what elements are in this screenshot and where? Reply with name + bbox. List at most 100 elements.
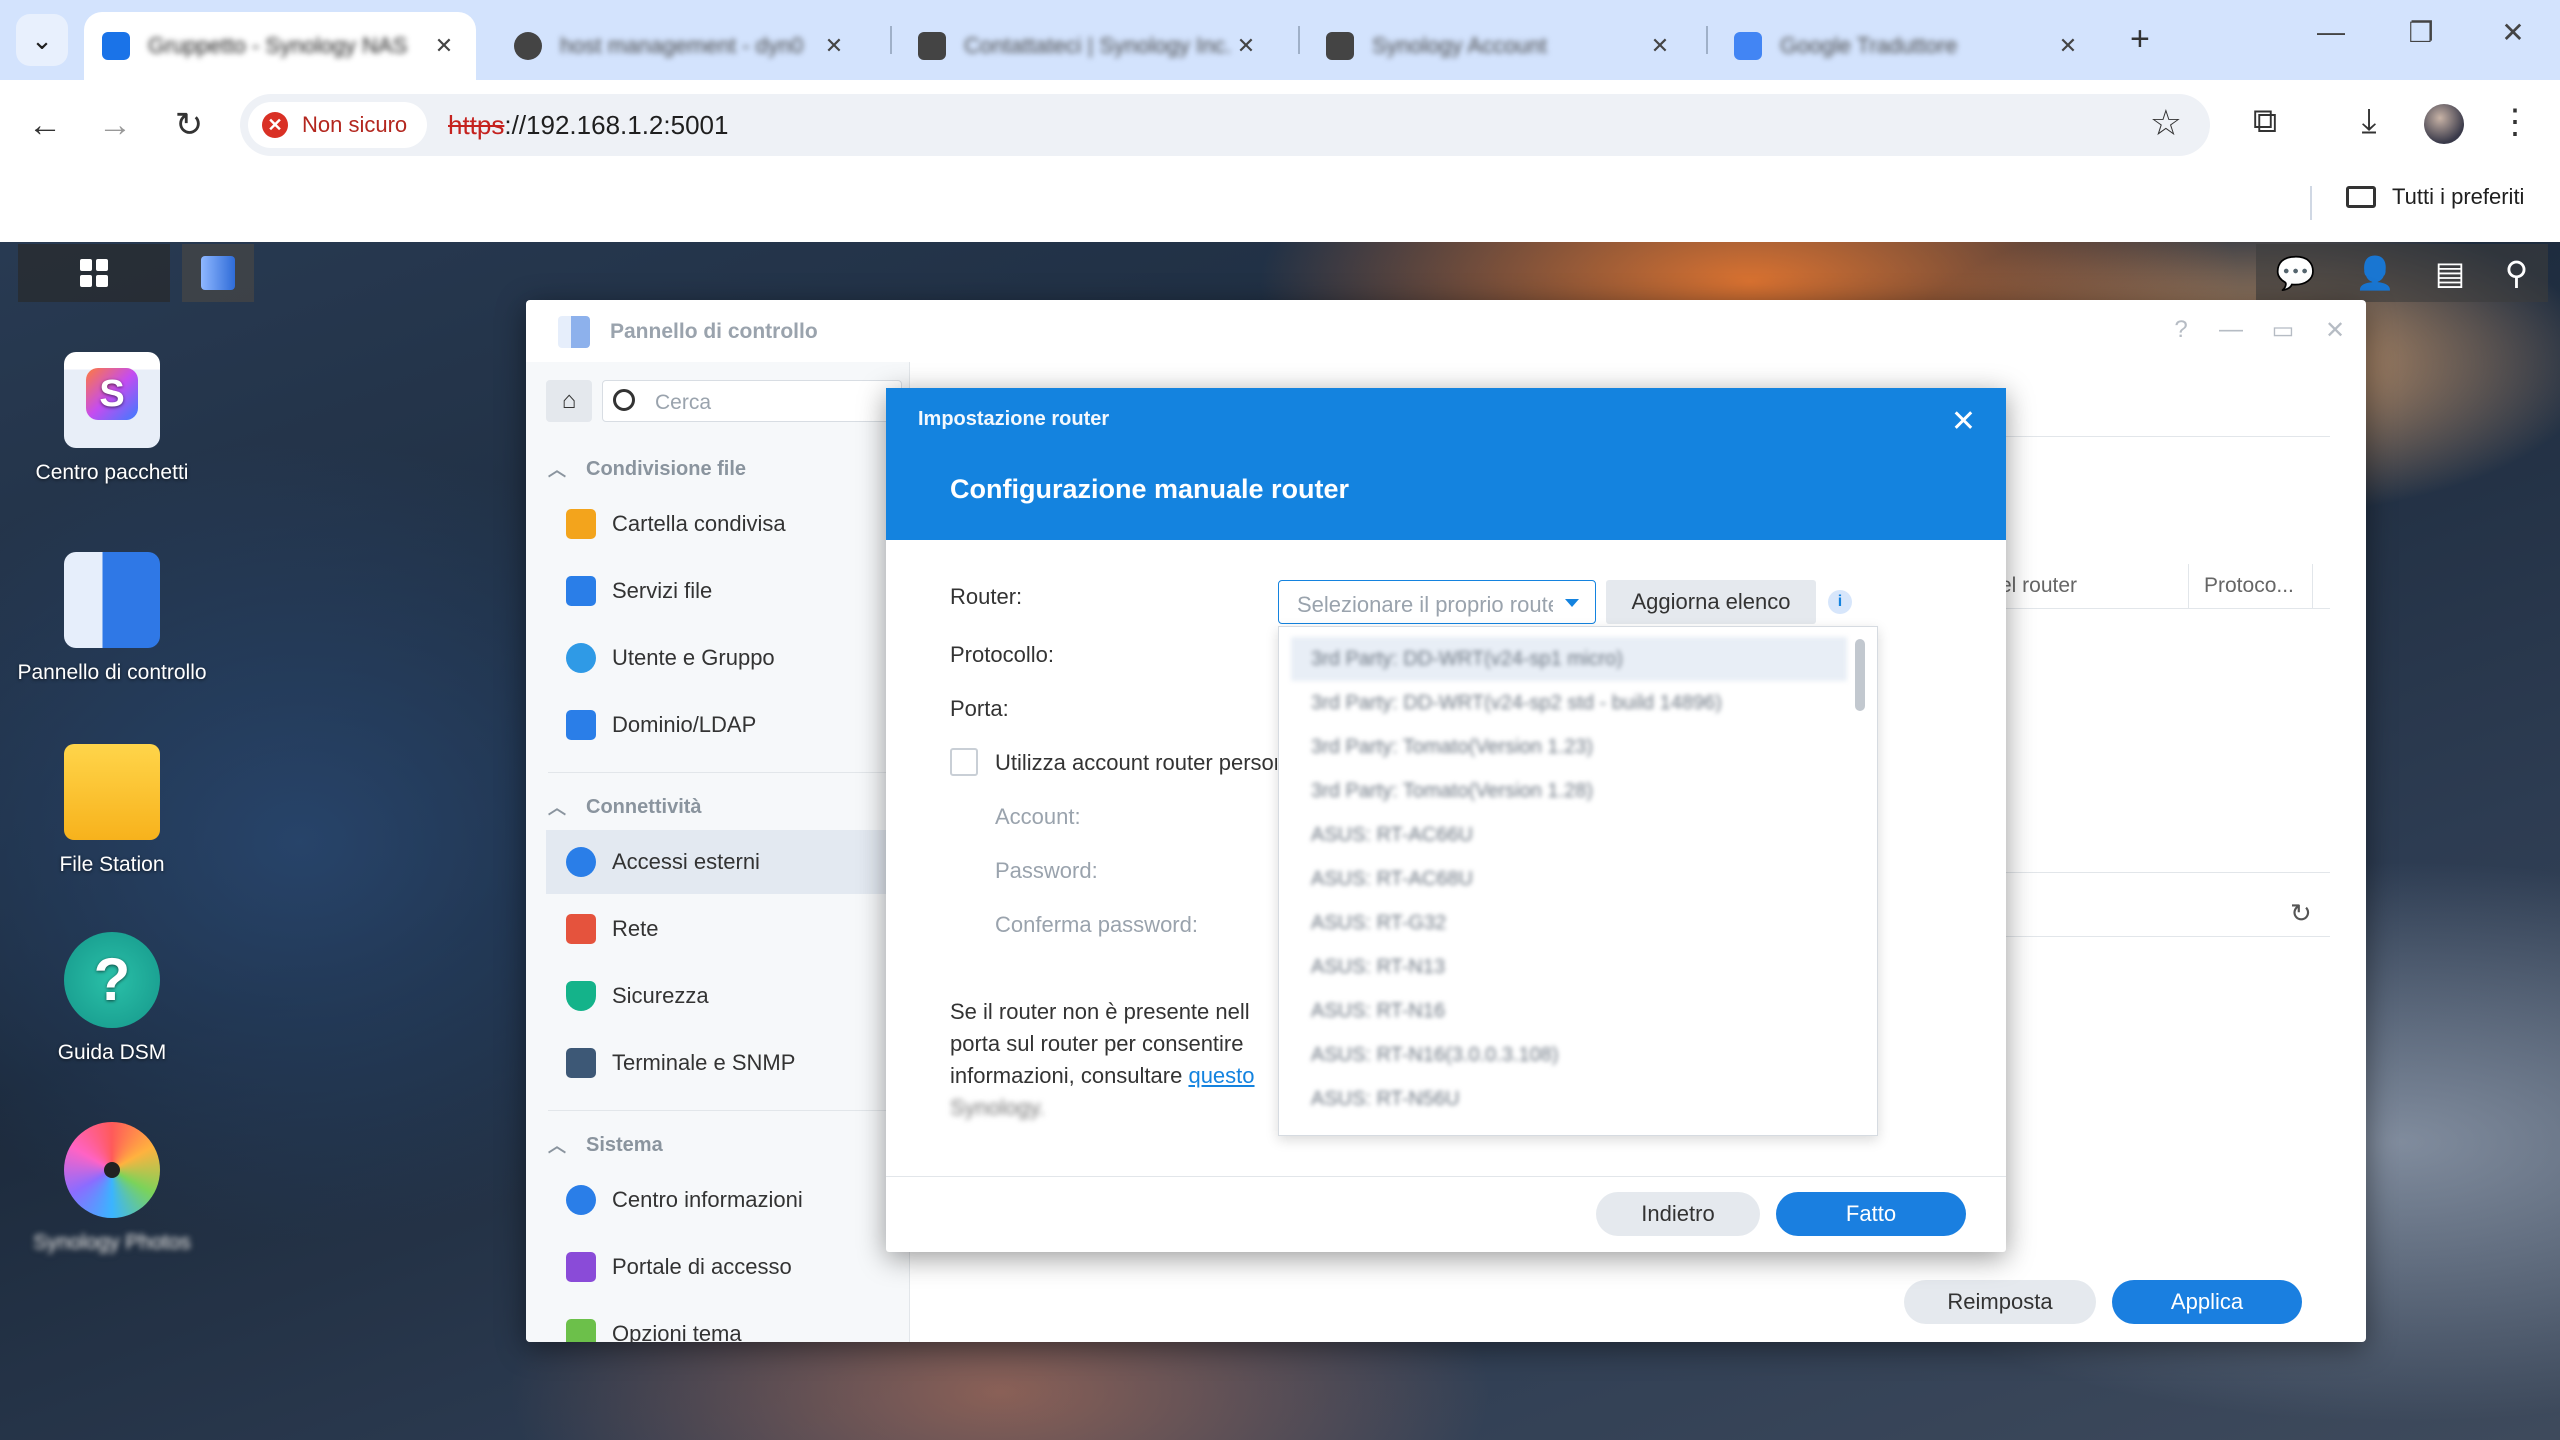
all-bookmarks-label: Tutti i preferiti — [2392, 184, 2525, 209]
refresh-list-button[interactable]: Aggiorna elenco — [1606, 580, 1816, 624]
router-option[interactable]: ASUS: RT-AC68U — [1291, 857, 1847, 901]
browser-tab-1[interactable]: host management - dyn0 ✕ — [496, 12, 866, 80]
section-header-connectivity[interactable]: ︿ Connettività — [548, 794, 702, 820]
reset-button[interactable]: Reimposta — [1904, 1280, 2096, 1324]
sidebar-item-security[interactable]: Sicurezza — [546, 964, 909, 1028]
user-group-icon — [566, 643, 596, 673]
close-icon[interactable]: ✕ — [2320, 316, 2350, 345]
close-window-icon[interactable]: ✕ — [2488, 16, 2538, 49]
close-tab-icon[interactable]: ✕ — [820, 33, 848, 59]
router-label: Router: — [950, 584, 1023, 609]
search-icon[interactable]: ⚲ — [2505, 254, 2528, 292]
new-tab-icon[interactable]: + — [2130, 20, 2150, 59]
restore-window-icon[interactable]: ❐ — [2396, 16, 2446, 49]
desktop-icon-label: Pannello di controllo — [17, 661, 207, 684]
browser-tab-2[interactable]: Contattateci | Synology Inc. ✕ — [900, 12, 1278, 80]
tab-search-icon[interactable]: ⌄ — [16, 14, 68, 66]
home-icon[interactable]: ⌂ — [546, 380, 592, 422]
address-bar[interactable]: ✕ Non sicuro https://192.168.1.2:5001 ☆ — [240, 94, 2210, 156]
theme-icon — [566, 1319, 596, 1342]
router-select[interactable]: Selezionare il proprio router — [1278, 580, 1596, 624]
control-panel-icon — [558, 316, 590, 348]
use-account-checkbox[interactable] — [950, 748, 978, 776]
notifications-icon[interactable]: 💬 — [2276, 254, 2316, 292]
download-icon[interactable]: ⤓ — [2344, 102, 2394, 141]
router-option[interactable]: ASUS: RT-G32 — [1291, 901, 1847, 945]
sidebar-item-shared-folder[interactable]: Cartella condivisa — [546, 492, 909, 556]
file-station-icon — [64, 744, 160, 840]
done-button[interactable]: Fatto — [1776, 1192, 1966, 1236]
section-header-file-sharing[interactable]: ︿ Condivisione file — [548, 456, 746, 482]
window-titlebar[interactable]: Pannello di controllo ? — ▭ ✕ — [526, 300, 2366, 362]
sidebar-item-login-portal[interactable]: Portale di accesso — [546, 1235, 909, 1299]
router-option[interactable]: ASUS: RT-N16(3.0.0.3.108) — [1291, 1033, 1847, 1077]
close-tab-icon[interactable]: ✕ — [1646, 33, 1674, 59]
extensions-icon[interactable]: ⧉ — [2240, 102, 2290, 141]
reload-icon[interactable]: ↻ — [164, 100, 214, 150]
help-link[interactable]: questo — [1188, 1063, 1254, 1088]
sidebar-item-info-center[interactable]: Centro informazioni — [546, 1168, 909, 1232]
user-icon[interactable]: 👤 — [2355, 254, 2395, 292]
sidebar-item-external-access[interactable]: Accessi esterni — [546, 830, 909, 894]
desktop-icon-control-panel[interactable]: Pannello di controllo — [2, 552, 222, 687]
browser-tab-0[interactable]: Gruppetto - Synology NAS ✕ — [84, 12, 476, 80]
sidebar-item-domain-ldap[interactable]: Dominio/LDAP — [546, 693, 909, 757]
router-option[interactable]: 3rd Party: Tomato(Version 1.23) — [1291, 725, 1847, 769]
forward-icon[interactable]: → — [90, 100, 140, 150]
apply-button[interactable]: Applica — [2112, 1280, 2302, 1324]
back-icon[interactable]: ← — [20, 100, 70, 150]
confirm-password-label: Conferma password: — [995, 912, 1198, 937]
minimize-window-icon[interactable]: — — [2306, 16, 2356, 48]
maximize-icon[interactable]: ▭ — [2268, 316, 2298, 345]
sidebar-item-file-services[interactable]: Servizi file — [546, 559, 909, 623]
router-option[interactable]: 3rd Party: DD-WRT(v24-sp2 std - build 14… — [1291, 681, 1847, 725]
dropdown-scrollbar[interactable] — [1855, 639, 1865, 711]
help-line-1: Se il router non è presente nell — [950, 999, 1250, 1024]
sidebar-item-terminal-snmp[interactable]: Terminale e SNMP — [546, 1031, 909, 1095]
desktop-icon-file-station[interactable]: File Station — [2, 744, 222, 879]
all-bookmarks-button[interactable]: Tutti i preferiti — [2346, 184, 2524, 210]
browser-menu-icon[interactable]: ⋮ — [2490, 102, 2540, 142]
router-option[interactable]: ASUS: RT-N56U — [1291, 1077, 1847, 1121]
close-tab-icon[interactable]: ✕ — [430, 33, 458, 59]
router-option[interactable]: ASUS: RT-N16 — [1291, 989, 1847, 1033]
main-menu-button[interactable] — [18, 244, 170, 302]
browser-tab-4[interactable]: Google Traduttore ✕ — [1716, 12, 2100, 80]
browser-tab-3[interactable]: Synology Account ✕ — [1308, 12, 1692, 80]
desktop-icon-photos[interactable]: Synology Photos — [2, 1122, 222, 1257]
column-header-protocol[interactable]: Protoco... — [2204, 574, 2294, 598]
desktop-icon-label: Synology Photos — [33, 1231, 191, 1254]
main-menu-icon — [80, 259, 108, 287]
sidebar-item-user-group[interactable]: Utente e Gruppo — [546, 626, 909, 690]
desktop-icon-dsm-help[interactable]: ? Guida DSM — [2, 932, 222, 1067]
window-title: Pannello di controllo — [610, 320, 818, 343]
security-chip[interactable]: ✕ Non sicuro — [248, 102, 428, 148]
url-text[interactable]: https://192.168.1.2:5001 — [448, 110, 728, 141]
router-option[interactable]: 3rd Party: Tomato(Version 1.28) — [1291, 769, 1847, 813]
use-account-label[interactable]: Utilizza account router personale — [995, 750, 1277, 776]
profile-avatar[interactable] — [2424, 104, 2464, 144]
close-icon[interactable]: ✕ — [1951, 404, 1976, 439]
widgets-icon[interactable]: ▤ — [2435, 254, 2465, 292]
sidebar-item-label: Sicurezza — [612, 983, 709, 1008]
column-header-router[interactable]: el router — [2000, 574, 2077, 598]
refresh-icon[interactable]: ↻ — [2290, 898, 2312, 929]
taskbar-control-panel[interactable] — [182, 244, 254, 302]
bookmark-star-icon[interactable]: ☆ — [2150, 102, 2182, 144]
section-header-system[interactable]: ︿ Sistema — [548, 1132, 663, 1158]
router-option[interactable]: 3rd Party: DD-WRT(v24-sp1 micro) — [1291, 637, 1847, 681]
help-icon[interactable]: ? — [2166, 316, 2196, 344]
info-icon[interactable]: i — [1828, 590, 1852, 614]
back-button[interactable]: Indietro — [1596, 1192, 1760, 1236]
sidebar-item-network[interactable]: Rete — [546, 897, 909, 961]
close-tab-icon[interactable]: ✕ — [2054, 33, 2082, 59]
minimize-icon[interactable]: — — [2216, 316, 2246, 344]
router-dropdown-list[interactable]: 3rd Party: DD-WRT(v24-sp1 micro) 3rd Par… — [1278, 626, 1878, 1136]
router-option[interactable]: ASUS: RT-AC66U — [1291, 813, 1847, 857]
close-tab-icon[interactable]: ✕ — [1232, 33, 1260, 59]
sidebar-item-theme[interactable]: Opzioni tema — [546, 1302, 909, 1342]
sidebar-search-input[interactable]: Cerca — [602, 380, 902, 422]
chevron-up-icon: ︿ — [548, 460, 566, 480]
router-option[interactable]: ASUS: RT-N13 — [1291, 945, 1847, 989]
desktop-icon-package-center[interactable]: Centro pacchetti — [2, 352, 222, 487]
